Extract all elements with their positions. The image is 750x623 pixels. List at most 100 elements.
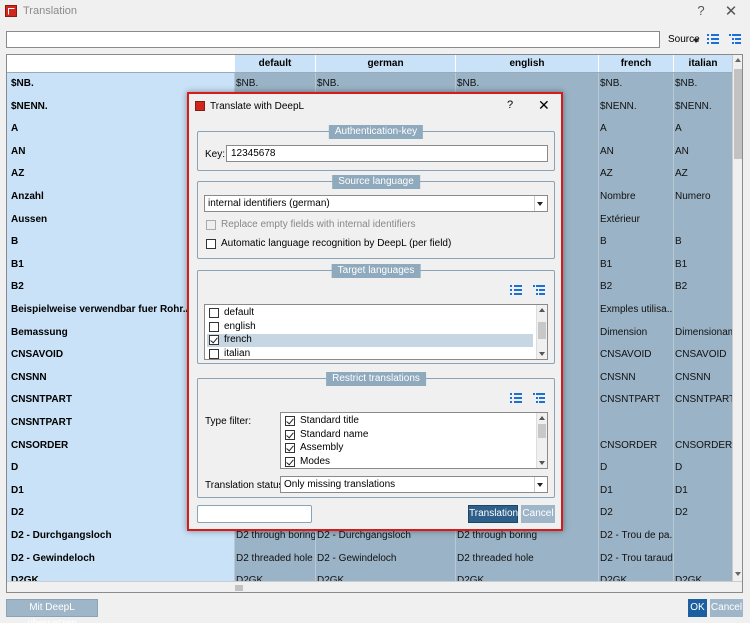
column-header-italian[interactable]: italian: [673, 55, 732, 72]
checkbox-box[interactable]: [285, 456, 295, 467]
column-header-default[interactable]: default: [234, 55, 315, 72]
scrollbar-thumb[interactable]: [734, 69, 742, 159]
checkbox-box[interactable]: [209, 335, 219, 345]
table-cell-italian[interactable]: CNSORDER: [673, 434, 732, 458]
table-cell-french[interactable]: AZ: [598, 163, 673, 186]
table-cell-italian[interactable]: B: [673, 231, 732, 254]
vertical-scrollbar[interactable]: [732, 55, 742, 581]
close-icon[interactable]: ✕: [724, 2, 738, 20]
table-cell-italian[interactable]: [673, 412, 732, 435]
checkbox-box[interactable]: [285, 429, 295, 440]
target-language-item[interactable]: italian: [207, 348, 533, 360]
select-all-icon[interactable]: [510, 284, 522, 296]
deselect-all-icon[interactable]: [533, 392, 545, 404]
table-cell-italian[interactable]: CNSAVOID: [673, 344, 732, 367]
type-filter-item[interactable]: Standard title: [283, 415, 533, 428]
table-cell-italian[interactable]: D1: [673, 479, 732, 503]
list-scrollbar[interactable]: [536, 413, 547, 468]
source-language-select[interactable]: internal identifiers (german): [204, 195, 548, 212]
table-cell-italian[interactable]: B2: [673, 276, 732, 299]
type-filter-list[interactable]: Modes Assembly Standard name Standard title: [280, 412, 548, 469]
checkbox-box[interactable]: [209, 321, 219, 332]
scroll-down-icon[interactable]: [735, 572, 741, 576]
scroll-down-icon[interactable]: [539, 461, 545, 465]
target-language-item[interactable]: default: [207, 307, 533, 320]
table-cell-french[interactable]: D1: [598, 479, 673, 503]
table-cell-french[interactable]: Dimension: [598, 321, 673, 345]
target-language-item[interactable]: english: [207, 321, 533, 334]
table-cell-italian[interactable]: Dimensionam: [673, 321, 732, 345]
auth-key-input[interactable]: 12345678: [226, 145, 548, 162]
table-cell-french[interactable]: AN: [598, 140, 673, 164]
translation-status-select[interactable]: Only missing translations: [280, 476, 548, 493]
table-cell-italian[interactable]: B1: [673, 253, 732, 277]
chevron-down-icon[interactable]: [693, 39, 699, 43]
table-cell-french[interactable]: CNSNTPART: [598, 389, 673, 412]
table-cell-italian[interactable]: [673, 547, 732, 571]
scroll-up-icon[interactable]: [735, 58, 741, 62]
chevron-down-icon[interactable]: [537, 483, 543, 487]
scrollbar-thumb[interactable]: [235, 585, 243, 591]
checkbox-box[interactable]: [209, 348, 219, 359]
type-filter-item[interactable]: Assembly: [283, 442, 533, 455]
scrollbar-thumb[interactable]: [538, 322, 546, 339]
table-cell-german[interactable]: D2 - Gewindeloch: [315, 547, 455, 571]
chevron-down-icon[interactable]: [537, 202, 543, 206]
scroll-up-icon[interactable]: [539, 308, 545, 312]
table-cell-italian[interactable]: A: [673, 118, 732, 141]
table-cell-french[interactable]: B1: [598, 253, 673, 277]
help-icon[interactable]: ?: [694, 3, 708, 18]
table-cell-italian[interactable]: CNSNN: [673, 366, 732, 390]
list-scrollbar[interactable]: [536, 305, 547, 359]
table-cell-french[interactable]: D2: [598, 502, 673, 525]
table-cell-french[interactable]: CNSORDER: [598, 434, 673, 458]
table-cell-french[interactable]: Nombre: [598, 186, 673, 209]
column-header-german[interactable]: german: [315, 55, 455, 72]
checkbox-box[interactable]: [206, 220, 216, 230]
table-cell-italian[interactable]: D: [673, 457, 732, 480]
table-row[interactable]: D2 - Gewindeloch D2 threaded hole D2 - Gew…: [7, 547, 742, 571]
type-filter-item[interactable]: Standard name: [283, 429, 533, 442]
scroll-down-icon[interactable]: [539, 352, 545, 356]
checkbox-box[interactable]: [285, 416, 295, 426]
table-cell-french[interactable]: B2: [598, 276, 673, 299]
help-icon[interactable]: ?: [507, 99, 513, 111]
table-cell-french[interactable]: D: [598, 457, 673, 480]
checkbox-box[interactable]: [285, 443, 295, 453]
table-cell-french[interactable]: $NB.: [598, 73, 673, 96]
type-filter-item[interactable]: Modes: [283, 456, 533, 469]
table-cell-french[interactable]: B: [598, 231, 673, 254]
table-cell-italian[interactable]: [673, 299, 732, 322]
deselect-all-icon[interactable]: [533, 284, 545, 296]
list-view-icon[interactable]: [707, 33, 719, 45]
scrollbar-thumb[interactable]: [538, 424, 546, 438]
checkbox-box[interactable]: [206, 239, 216, 249]
table-cell-italian[interactable]: $NENN.: [673, 95, 732, 119]
scroll-up-icon[interactable]: [539, 416, 545, 420]
table-cell-french[interactable]: D2 - Trou taraudé: [598, 547, 673, 571]
table-cell-italian[interactable]: [673, 525, 732, 548]
close-icon[interactable]: ✕: [538, 97, 550, 114]
table-cell-italian[interactable]: D2: [673, 502, 732, 525]
select-all-icon[interactable]: [510, 392, 522, 404]
table-cell-french[interactable]: Exmples utilisa...: [598, 299, 673, 322]
table-cell-italian[interactable]: $NB.: [673, 73, 732, 96]
table-cell-french[interactable]: [598, 412, 673, 435]
table-cell-default[interactable]: D2 threaded hole: [234, 547, 315, 571]
table-cell-french[interactable]: $NENN.: [598, 95, 673, 119]
tree-view-icon[interactable]: [729, 33, 741, 45]
row-key[interactable]: D2 - Gewindeloch: [7, 547, 234, 571]
table-cell-french[interactable]: CNSNN: [598, 366, 673, 390]
checkbox-box[interactable]: [209, 308, 219, 318]
target-language-item[interactable]: french: [207, 334, 533, 347]
table-cell-italian[interactable]: AZ: [673, 163, 732, 186]
search-input[interactable]: [6, 31, 660, 48]
horizontal-scrollbar[interactable]: [7, 581, 742, 592]
table-cell-italian[interactable]: AN: [673, 140, 732, 164]
ok-button[interactable]: OK: [688, 599, 707, 617]
table-cell-english[interactable]: D2 threaded hole: [455, 547, 598, 571]
translate-with-deepl-button[interactable]: Mit DeepL übersetzen: [6, 599, 98, 623]
table-cell-french[interactable]: A: [598, 118, 673, 141]
column-header-french[interactable]: french: [598, 55, 673, 72]
translation-button[interactable]: Translation: [468, 505, 518, 523]
